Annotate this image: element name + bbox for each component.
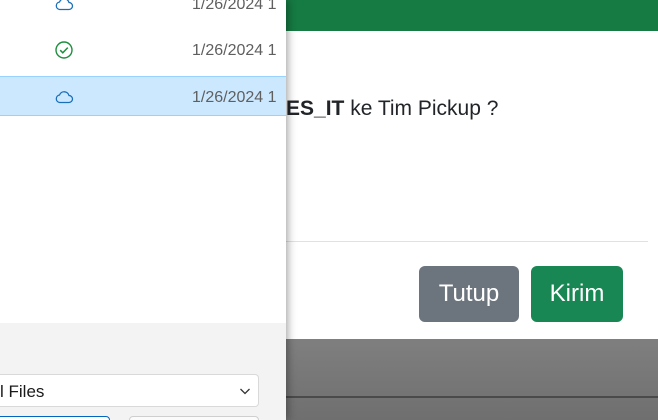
cloud-icon: [55, 91, 74, 104]
file-row[interactable]: 1/26/2024 1: [0, 0, 286, 24]
check-circle-icon: [55, 41, 73, 59]
chevron-down-icon: [240, 388, 250, 395]
open-button[interactable]: [0, 416, 110, 420]
cancel-button[interactable]: [129, 416, 259, 420]
cloud-icon: [55, 0, 74, 11]
file-row[interactable]: 1/26/2024 1: [0, 31, 286, 71]
file-type-label: l Files: [0, 382, 45, 401]
file-type-dropdown[interactable]: l Files: [0, 374, 259, 407]
file-date: 1/26/2024 1: [192, 89, 277, 106]
file-date: 1/26/2024 1: [192, 42, 277, 59]
close-button[interactable]: Tutup: [419, 266, 519, 322]
modal-message-target: ES_IT: [286, 97, 345, 120]
backdrop-divider: [286, 396, 658, 398]
modal-message-text: ke Tim Pickup ?: [344, 97, 499, 120]
file-open-dialog: 1/26/2024 1 1/26/2024 1 1/26/2024 1 l Fi…: [0, 0, 286, 420]
file-row-selected[interactable]: 1/26/2024 1: [0, 76, 286, 116]
file-date: 1/26/2024 1: [192, 0, 277, 13]
modal-message: ES_IT ke Tim Pickup ?: [286, 97, 498, 121]
send-button[interactable]: Kirim: [531, 266, 623, 322]
